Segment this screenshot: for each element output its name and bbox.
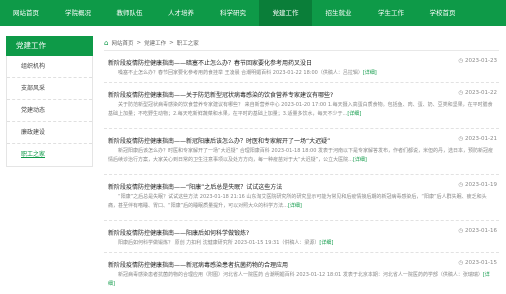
read-more-link[interactable]: [详细] — [319, 240, 333, 246]
article-divider — [104, 252, 499, 253]
home-icon: ⌂ — [104, 39, 109, 47]
nav-item-7[interactable]: 学生工作 — [365, 0, 417, 26]
article-summary: 关于防范新型冠状病毒感染的饮食营养专家建议有哪些？ 来自新营养中心 2023-0… — [108, 101, 493, 127]
breadcrumb-item-2[interactable]: 职工之家 — [177, 39, 199, 47]
breadcrumb-item-1[interactable]: 党建工作 — [144, 39, 166, 47]
article-summary: 新冠病毒感染患者抗菌药物的合理应用（附图）河北省人一院医药 合潮明媚百科 202… — [108, 271, 493, 288]
article-date-text: 2023-01-15 — [465, 260, 497, 266]
read-more-link[interactable]: [详细] — [288, 203, 302, 209]
article-summary-text: 嗓塞不止怎么办？春节回家要化参考用药食挂举 王凌晨 合潮明媚百科 2023-01… — [118, 70, 363, 76]
breadcrumb-separator: > — [136, 40, 142, 46]
sidebar-item-4[interactable]: 职工之家 — [7, 144, 92, 166]
nav-item-2[interactable]: 教师队伍 — [104, 0, 155, 26]
sidebar-item-1[interactable]: 支部风采 — [7, 78, 92, 100]
article-date: ◷ 2023-01-19 — [458, 182, 497, 188]
read-more-link[interactable]: [详细] — [363, 70, 377, 76]
sidebar-title: 党建工作 — [6, 36, 93, 56]
nav-item-6[interactable]: 招生就业 — [312, 0, 365, 26]
nav-item-8[interactable]: 学校首页 — [417, 0, 468, 26]
article-date: ◷ 2023-01-21 — [458, 136, 497, 142]
article-date: ◷ 2023-01-23 — [458, 58, 497, 64]
nav-item-4[interactable]: 科学研究 — [207, 0, 259, 26]
read-more-link[interactable]: [详细] — [347, 111, 361, 117]
article-date-text: 2023-01-23 — [465, 58, 497, 64]
breadcrumb-separator: > — [169, 40, 174, 46]
article-title[interactable]: 新阶段疫情防控健康指南——阳康后如何科学做锻炼? — [108, 228, 249, 237]
article-summary: “阳康”之后总是失眠？试试这些方法 2023-01-18 21:16 山东淘艾医… — [108, 193, 493, 219]
article-summary: 嗓塞不止怎么办？春节回家要化参考用药食挂举 王凌晨 合潮明媚百科 2023-01… — [108, 69, 493, 78]
article-divider — [104, 174, 499, 175]
article-date-text: 2023-01-16 — [465, 228, 497, 234]
breadcrumb: ⌂ 网站首页 > 党建工作 > 职工之家 — [104, 36, 499, 51]
article-date-text: 2023-01-21 — [465, 136, 497, 142]
sidebar-item-0[interactable]: 组织机构 — [7, 56, 92, 78]
article-divider — [104, 82, 499, 83]
article-summary-text: 阳康后如何科学做锻炼？ 原创 力扣利 沈健康研究所 2023-01-15 19:… — [118, 240, 320, 246]
article-title[interactable]: 新阶段疫情防控健康指南——新冠阳康后该怎么办？时医和专家解开了一场“大迟疑” — [108, 136, 330, 145]
top-nav: 网站首页 学院概况 教师队伍 人才培养 科学研究 党建工作 招生就业 学生工作 学校首页 — [0, 0, 506, 26]
article-date: ◷ 2023-01-15 — [458, 260, 497, 266]
nav-item-5[interactable]: 党建工作 — [259, 0, 312, 26]
article-date-text: 2023-01-19 — [465, 182, 497, 188]
article-date: ◷ 2023-01-22 — [458, 90, 497, 96]
article-summary-text: 关于防范新型冠状病毒感染的饮食营养专家建议有哪些？ 来自新营养中心 2023-0… — [108, 102, 493, 117]
article-summary: 新冠阳康后该怎么办？时医和专家解开了一场“大迟疑” 合理阳康百科 2023-01… — [108, 147, 493, 173]
nav-item-0[interactable]: 网站首页 — [0, 0, 52, 26]
article-summary-text: 新冠病毒感染患者抗菌药物的合理应用（附图）河北省人一院医药 合潮明媚百科 202… — [118, 272, 483, 278]
sidebar-item-2[interactable]: 党建动态 — [7, 100, 92, 122]
article-summary-text: 新冠阳康后该怎么办？时医和专家解开了一场“大迟疑” 合理阳康百科 2023-01… — [108, 148, 493, 163]
breadcrumb-item-0[interactable]: 网站首页 — [111, 39, 133, 47]
article-date-text: 2023-01-22 — [465, 90, 497, 96]
sidebar-item-3[interactable]: 廉政建设 — [7, 122, 92, 144]
article-divider — [104, 128, 499, 129]
nav-item-1[interactable]: 学院概况 — [52, 0, 104, 26]
article-date: ◷ 2023-01-16 — [458, 228, 497, 234]
read-more-link[interactable]: [详细] — [353, 157, 367, 163]
article-title[interactable]: 新阶段疫情防控健康指南——“阳康”之后总是失眠？试试这些方法 — [108, 182, 282, 191]
article-title[interactable]: 新阶段疫情防控健康指南——暗塞不止怎么办？春节回家要化参考用药叉没日 — [108, 58, 312, 67]
article-summary: 阳康后如何科学做锻炼？ 原创 力扣利 沈健康研究所 2023-01-15 19:… — [108, 239, 493, 248]
article-divider — [104, 220, 499, 221]
main-content: ⌂ 网站首页 > 党建工作 > 职工之家 新阶段疫情防控健康指南——暗塞不止怎么办？春节回… — [104, 36, 499, 287]
nav-item-3[interactable]: 人才培养 — [155, 0, 207, 26]
article-title[interactable]: 新阶段疫情防控健康指南——关于防范新型冠状病毒感染的饮食营养专家建议有哪些? — [108, 90, 333, 99]
article-title[interactable]: 新阶段疫情防控健康指南——新冠病毒感染患者抗菌药物的合理应用 — [108, 260, 288, 269]
sidebar: 党建工作 组织机构 支部风采 党建动态 廉政建设 职工之家 — [6, 36, 93, 167]
sidebar-list: 组织机构 支部风采 党建动态 廉政建设 职工之家 — [6, 56, 93, 167]
